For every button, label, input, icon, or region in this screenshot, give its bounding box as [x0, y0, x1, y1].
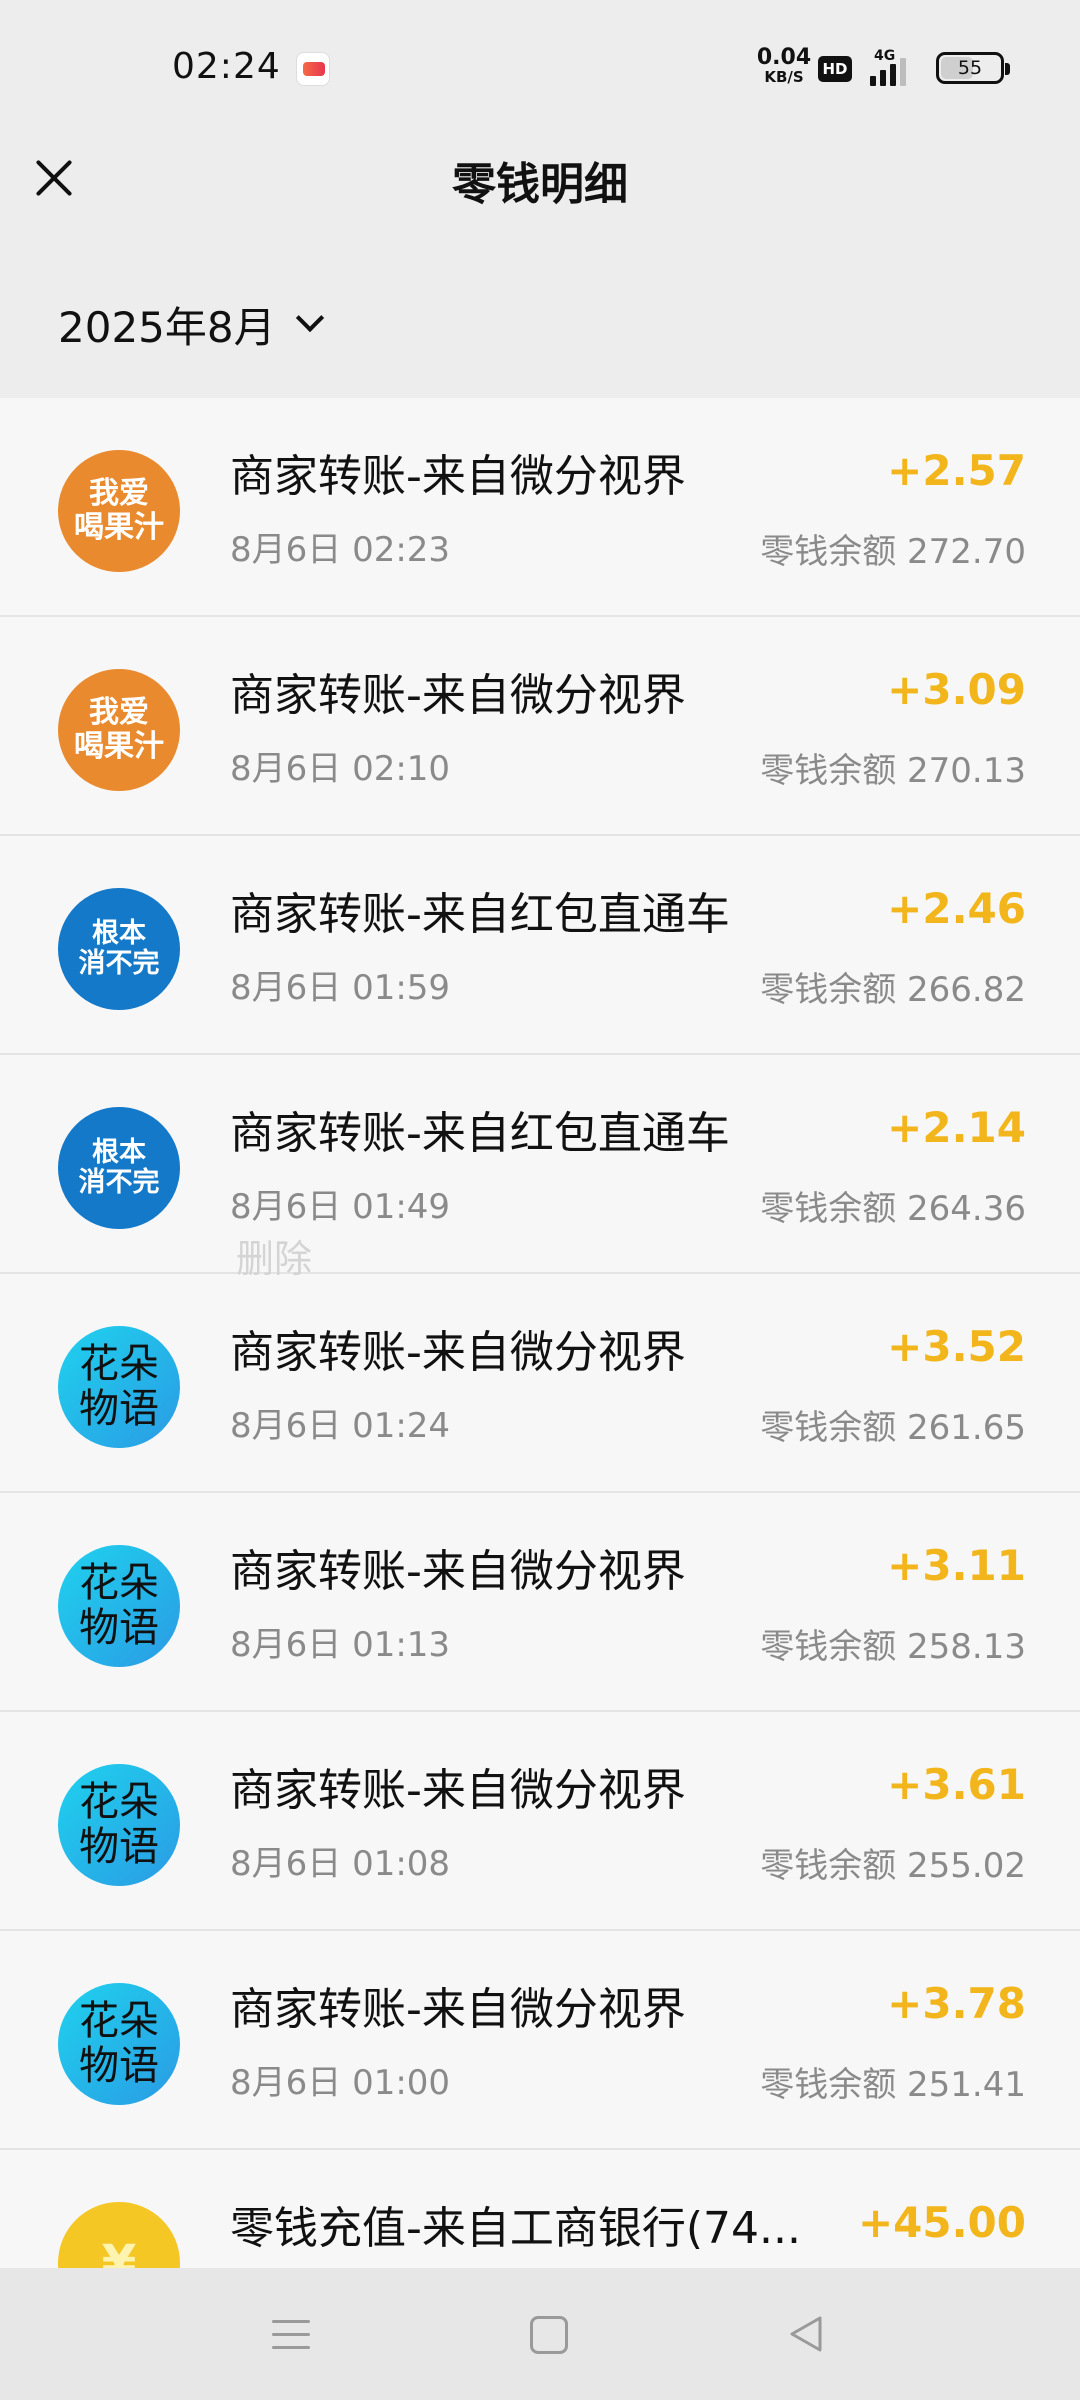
home-icon[interactable] — [530, 2316, 568, 2354]
notification-app-icon — [296, 52, 330, 86]
transaction-row[interactable]: 根本 消不完 商家转账-来自红包直通车 8月6日 01:59 +2.46 零钱余额 26… — [0, 836, 1080, 1055]
merchant-avatar-text: 根本 消不完 — [78, 1136, 160, 1198]
merchant-avatar-text: 花朵 物语 — [79, 1998, 159, 2089]
system-nav-bar — [0, 2268, 1080, 2400]
signal-icon: 4G — [862, 48, 922, 86]
transaction-title: 商家转账-来自微分视界 — [230, 670, 686, 721]
merchant-avatar-text: 花朵 物语 — [79, 1560, 159, 1651]
merchant-avatar: 花朵 物语 — [58, 1545, 180, 1667]
transaction-time: 8月6日 01:00 — [230, 2063, 451, 2103]
transaction-amount: +3.11 — [887, 1541, 1026, 1590]
page-title: 零钱明细 — [452, 159, 628, 210]
transaction-row[interactable]: 我爱 喝果汁 商家转账-来自微分视界 8月6日 02:23 +2.57 零钱余额 272… — [0, 398, 1080, 617]
transaction-amount: +3.61 — [887, 1760, 1026, 1809]
merchant-avatar: 花朵 物语 — [58, 1326, 180, 1448]
transaction-row[interactable]: ¥ 零钱充值-来自工商银行(74... +45.00 — [0, 2150, 1080, 2268]
transaction-balance: 零钱余额 272.70 — [760, 532, 1026, 572]
merchant-avatar: 我爱 喝果汁 — [58, 669, 180, 791]
transaction-amount: +2.46 — [887, 884, 1026, 933]
hd-badge: HD — [818, 56, 852, 82]
merchant-avatar: 根本 消不完 — [58, 888, 180, 1010]
transaction-title: 商家转账-来自微分视界 — [230, 1327, 686, 1378]
battery-level-text: 55 — [957, 57, 983, 79]
chevron-down-icon — [295, 303, 324, 333]
back-icon[interactable] — [784, 2312, 828, 2356]
transaction-title: 商家转账-来自红包直通车 — [230, 1108, 730, 1159]
battery-icon: 55 — [936, 52, 1010, 84]
transaction-amount: +45.00 — [857, 2198, 1026, 2247]
network-type-label: 4G — [874, 48, 896, 64]
transaction-time: 8月6日 02:10 — [230, 749, 451, 789]
transaction-title: 商家转账-来自微分视界 — [230, 1765, 686, 1816]
transaction-row[interactable]: 花朵 物语 商家转账-来自微分视界 8月6日 01:24 +3.52 零钱余额 261.… — [0, 1274, 1080, 1493]
month-filter-bar: 2025年8月 — [0, 240, 1080, 398]
merchant-avatar: 花朵 物语 — [58, 1983, 180, 2105]
transaction-balance: 零钱余额 255.02 — [760, 1846, 1026, 1886]
nav-bar: 零钱明细 — [0, 140, 1080, 240]
transaction-row[interactable]: 根本 消不完 商家转账-来自红包直通车 8月6日 01:49 +2.14 零钱余额 26… — [0, 1055, 1080, 1274]
status-time: 02:24 — [172, 46, 281, 87]
transaction-amount: +3.78 — [887, 1979, 1026, 2028]
transaction-list: 我爱 喝果汁 商家转账-来自微分视界 8月6日 02:23 +2.57 零钱余额 272… — [0, 398, 1080, 2268]
transaction-title: 商家转账-来自微分视界 — [230, 451, 686, 502]
transaction-time: 8月6日 01:59 — [230, 968, 451, 1008]
transaction-amount: +2.57 — [887, 446, 1026, 495]
transaction-row[interactable]: 花朵 物语 商家转账-来自微分视界 8月6日 01:08 +3.61 零钱余额 255.… — [0, 1712, 1080, 1931]
merchant-avatar: 花朵 物语 — [58, 1764, 180, 1886]
transaction-time: 8月6日 02:23 — [230, 530, 451, 570]
merchant-avatar: ¥ — [58, 2202, 180, 2268]
transaction-title: 商家转账-来自微分视界 — [230, 1546, 686, 1597]
transaction-row[interactable]: 花朵 物语 商家转账-来自微分视界 8月6日 01:13 +3.11 零钱余额 258.… — [0, 1493, 1080, 1712]
transaction-time: 8月6日 01:13 — [230, 1625, 451, 1665]
transaction-balance: 零钱余额 270.13 — [760, 751, 1026, 791]
transaction-balance: 零钱余额 258.13 — [760, 1627, 1026, 1667]
transaction-balance: 零钱余额 264.36 — [760, 1189, 1026, 1229]
transaction-time: 8月6日 01:24 — [230, 1406, 451, 1446]
transaction-balance: 零钱余额 251.41 — [760, 2065, 1026, 2105]
merchant-avatar-text: 花朵 物语 — [79, 1779, 159, 1870]
merchant-avatar-text: ¥ — [101, 2234, 137, 2268]
transaction-balance: 零钱余额 266.82 — [760, 970, 1026, 1010]
merchant-avatar-text: 我爱 喝果汁 — [74, 695, 164, 764]
transaction-balance: 零钱余额 261.65 — [760, 1408, 1026, 1448]
transaction-row[interactable]: 花朵 物语 商家转账-来自微分视界 8月6日 01:00 +3.78 零钱余额 251.… — [0, 1931, 1080, 2150]
transaction-time: 8月6日 01:08 — [230, 1844, 451, 1884]
menu-icon[interactable] — [272, 2316, 310, 2352]
network-speed: 0.04 KB/S — [756, 47, 812, 85]
status-bar: 02:24 0.04 KB/S HD 4G 55 — [0, 0, 1080, 140]
merchant-avatar: 我爱 喝果汁 — [58, 450, 180, 572]
month-label: 2025年8月 — [58, 302, 276, 352]
merchant-avatar-text: 根本 消不完 — [78, 917, 160, 979]
transaction-amount: +3.52 — [887, 1322, 1026, 1371]
merchant-avatar: 根本 消不完 — [58, 1107, 180, 1229]
transaction-title: 商家转账-来自红包直通车 — [230, 889, 730, 940]
transaction-row[interactable]: 我爱 喝果汁 商家转账-来自微分视界 8月6日 02:10 +3.09 零钱余额 270… — [0, 617, 1080, 836]
network-speed-value: 0.04 — [756, 45, 812, 70]
transaction-title: 商家转账-来自微分视界 — [230, 1984, 686, 2035]
merchant-avatar-text: 我爱 喝果汁 — [74, 476, 164, 545]
transaction-title: 零钱充值-来自工商银行(74... — [230, 2203, 801, 2254]
network-speed-unit: KB/S — [764, 68, 804, 86]
transaction-amount: +3.09 — [887, 665, 1026, 714]
delete-label: 删除 — [236, 1237, 313, 1281]
transaction-amount: +2.14 — [887, 1103, 1026, 1152]
merchant-avatar-text: 花朵 物语 — [79, 1341, 159, 1432]
transaction-time: 8月6日 01:49 — [230, 1187, 451, 1227]
month-selector[interactable]: 2025年8月 — [58, 298, 324, 352]
